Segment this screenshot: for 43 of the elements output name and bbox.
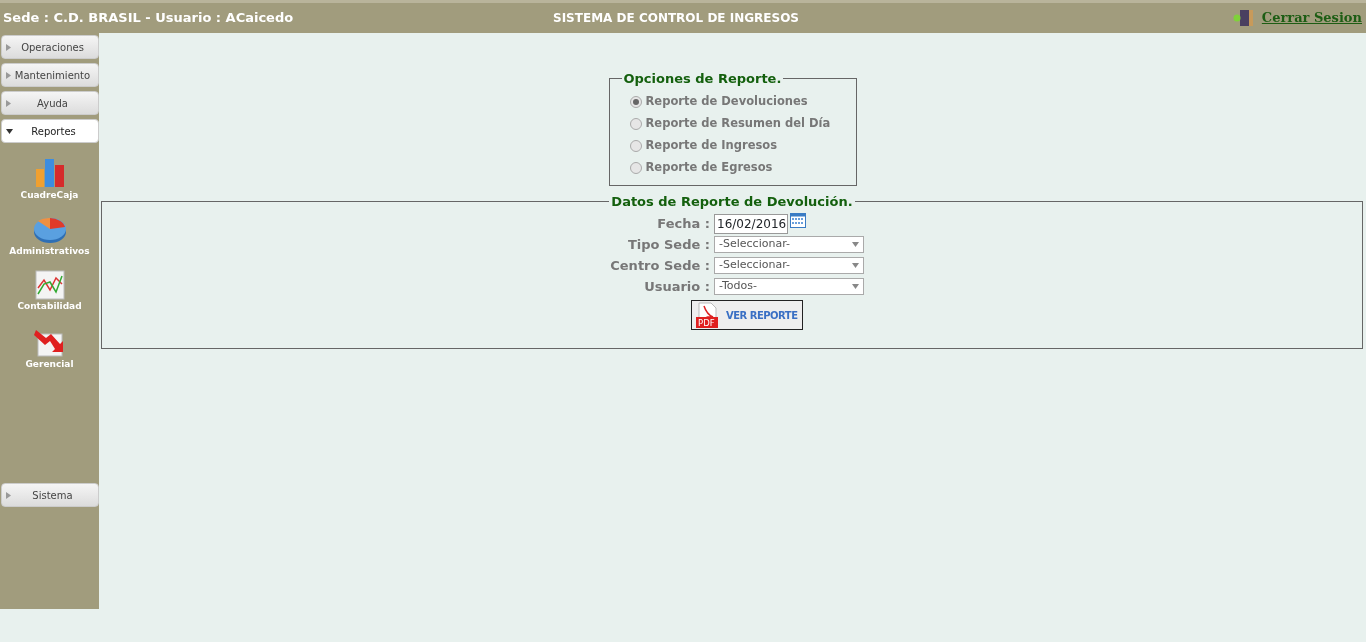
line-chart-icon[interactable]	[34, 270, 65, 300]
field-label: Centro Sede :	[609, 256, 711, 275]
accordion-header[interactable]: Reportes	[1, 119, 99, 143]
calendar-icon[interactable]	[790, 213, 806, 229]
radio-button[interactable]	[629, 117, 642, 130]
radio-button[interactable]	[629, 95, 642, 108]
session-info: Sede : C.D. BRASIL - Usuario : ACaicedo	[2, 9, 295, 28]
dropdown-arrow-icon	[852, 242, 859, 248]
report-option[interactable]: Reporte de Egresos	[629, 156, 844, 179]
logout-link[interactable]: Cerrar Sesion	[1261, 8, 1362, 28]
data-legend: Datos de Reporte de Devolución.	[609, 193, 855, 210]
report-link[interactable]: Gerencial	[25, 357, 74, 371]
dropdown-arrow-icon	[852, 284, 859, 290]
field-label: Usuario :	[643, 277, 711, 296]
report-link[interactable]: CuadreCaja	[20, 189, 79, 203]
accordion-header[interactable]: Operaciones	[1, 35, 99, 59]
select-field[interactable]: -Seleccionar-	[714, 236, 864, 254]
date-field[interactable]: 16/02/2016	[714, 213, 788, 234]
triangle-right-icon	[6, 71, 11, 79]
select-field[interactable]: -Todos-	[714, 278, 864, 296]
pdf-icon: PDF	[696, 302, 720, 329]
report-link[interactable]: Contabilidad	[17, 300, 82, 314]
app-title: SISTEMA DE CONTROL DE INGRESOS	[553, 10, 800, 27]
accordion-header[interactable]: Ayuda	[1, 91, 99, 115]
radio-button[interactable]	[629, 139, 642, 152]
triangle-right-icon	[6, 99, 11, 107]
report-option[interactable]: Reporte de Ingresos	[629, 134, 844, 157]
field-label: Fecha :	[656, 214, 711, 233]
door-icon[interactable]	[1231, 9, 1254, 27]
report-option[interactable]: Reporte de Devoluciones	[629, 90, 844, 113]
options-legend: Opciones de Reporte.	[621, 71, 784, 87]
field-label: Tipo Sede :	[626, 235, 711, 254]
report-link[interactable]: Administrativos	[9, 244, 90, 258]
report-option[interactable]: Reporte de Resumen del Día	[629, 112, 844, 135]
select-field[interactable]: -Seleccionar-	[714, 257, 864, 275]
triangle-down-icon	[6, 128, 13, 134]
view-report-button[interactable]: PDF VER REPORTE	[691, 300, 803, 331]
triangle-right-icon	[6, 43, 11, 51]
accordion-header[interactable]: Mantenimiento	[1, 63, 99, 87]
triangle-right-icon	[6, 491, 11, 499]
accordion-header[interactable]: Sistema	[1, 483, 99, 507]
dropdown-arrow-icon	[852, 263, 859, 269]
radio-button[interactable]	[629, 161, 642, 174]
